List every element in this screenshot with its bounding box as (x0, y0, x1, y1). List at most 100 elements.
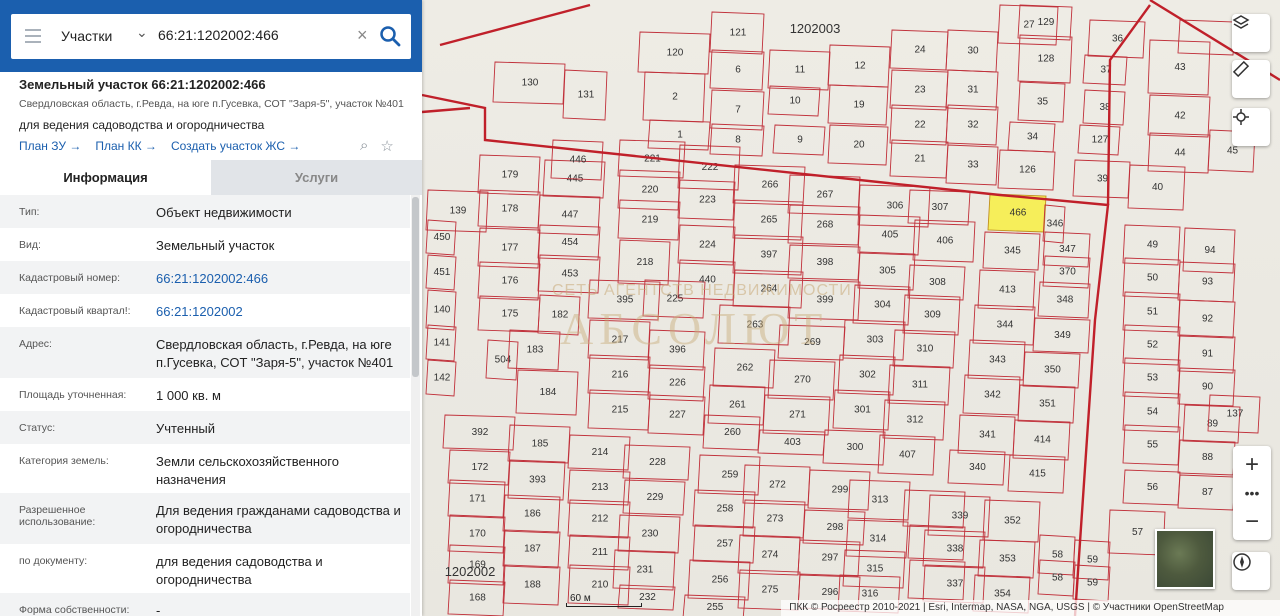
plot-label: 303 (867, 335, 884, 346)
basemap-switcher[interactable] (1155, 529, 1215, 589)
locate-button[interactable] (1232, 108, 1270, 146)
plot-label: 338 (947, 544, 964, 555)
zoom-in-button[interactable]: + (1233, 446, 1271, 483)
plot-label: 307 (932, 202, 949, 213)
plot-label: 43 (1174, 62, 1186, 73)
plot-label: 313 (872, 495, 889, 506)
plot-label: 504 (495, 355, 512, 366)
info-row: Кадастровый номер: 66:21:1202002:466 (0, 261, 410, 294)
plot-label: 211 (592, 547, 608, 558)
plot-label: 349 (1054, 330, 1071, 341)
plot-label: 451 (434, 267, 451, 278)
plot-label: 228 (649, 457, 666, 468)
plot-label: 9 (797, 135, 803, 146)
plot-label: 344 (997, 320, 1014, 331)
plot-label: 310 (917, 344, 934, 355)
info-value[interactable]: 66:21:1202002 (156, 294, 410, 327)
info-value: Свердловская область, г.Ревда, на юге п.… (156, 337, 394, 370)
plot-label: 23 (914, 85, 926, 96)
plot-label: 346 (1047, 219, 1064, 230)
plot-label: 392 (472, 427, 489, 438)
compass-button[interactable] (1232, 552, 1270, 590)
more-options-button[interactable]: ••• (1233, 483, 1271, 503)
info-label: Разрешенное использование: (19, 504, 96, 528)
plot-label: 224 (699, 240, 716, 251)
search-document-icon[interactable]: ⌕ (360, 137, 368, 155)
object-tools: ⌕ ☆ (360, 137, 394, 155)
plot-label: 1 (677, 130, 683, 141)
plot-label: 22 (914, 120, 926, 131)
plot-label: 10 (789, 96, 801, 107)
plot-label: 270 (794, 375, 811, 386)
scale-bar (566, 603, 642, 607)
plot-label: 185 (532, 439, 549, 450)
plan-zu-link[interactable]: План ЗУ → (19, 139, 81, 153)
tab-information[interactable]: Информация (0, 160, 211, 195)
plot-label: 220 (642, 185, 659, 196)
info-list: Тип: Объект недвижимости Вид: Земельный уча… (0, 195, 410, 616)
plot-label: 176 (502, 276, 519, 287)
plot-label: 343 (989, 355, 1006, 366)
plot-label: 56 (1147, 482, 1159, 493)
plot-label: 34 (1027, 132, 1039, 143)
plot-label: 59 (1087, 555, 1099, 566)
info-row: Вид: Земельный участок (0, 228, 410, 261)
plot-label: 265 (761, 215, 778, 226)
plot-label: 54 (1147, 407, 1159, 418)
search-input[interactable] (158, 27, 348, 43)
plot-label: 370 (1059, 267, 1076, 278)
plot-label: 130 (522, 78, 539, 89)
search-type-select[interactable]: Участки (61, 28, 112, 44)
plot-label: 347 (1059, 244, 1076, 255)
plot-label: 414 (1034, 435, 1051, 446)
plot-label: 140 (434, 305, 451, 316)
plot-label: 52 (1147, 340, 1159, 351)
plot-label: 354 (994, 589, 1011, 600)
plot-label: 311 (912, 380, 928, 391)
plot-label: 309 (924, 310, 941, 321)
close-icon[interactable]: × (357, 25, 368, 46)
plot-label: 446 (570, 155, 587, 166)
menu-icon[interactable] (25, 29, 41, 43)
road-boundary[interactable] (421, 106, 471, 114)
plot-label: 454 (562, 237, 579, 248)
plot-label: 296 (822, 587, 839, 598)
plot-label: 337 (947, 579, 964, 590)
tab-services[interactable]: Услуги (211, 160, 422, 195)
road-boundary[interactable] (439, 3, 591, 47)
plot-label: 219 (642, 215, 659, 226)
plot-label: 413 (999, 285, 1016, 296)
plot-label: 39 (1097, 174, 1109, 185)
plot-label: 137 (1227, 409, 1244, 420)
plot-label: 229 (647, 492, 664, 503)
compass-icon (1233, 553, 1251, 571)
plot-label: 178 (502, 204, 519, 215)
plot-label: 258 (717, 504, 734, 515)
measure-button[interactable] (1232, 60, 1270, 98)
plan-kk-link[interactable]: План КК → (95, 139, 157, 153)
info-row: Категория земель: Земли сельскохозяйствен… (0, 444, 410, 493)
zoom-out-button[interactable]: − (1233, 503, 1271, 540)
plot-label: 350 (1044, 365, 1061, 376)
plot-label: 21 (914, 154, 926, 165)
plot-label: 186 (524, 509, 541, 520)
plot-label: 53 (1147, 373, 1159, 384)
plot-label: 273 (767, 514, 784, 525)
plot-label: 58 (1052, 550, 1064, 561)
layers-button[interactable] (1232, 14, 1270, 52)
search-icon[interactable] (379, 25, 401, 47)
chevron-down-icon[interactable]: ⌄ (136, 24, 148, 41)
plot-label: 184 (540, 387, 557, 398)
plot-label: 91 (1202, 349, 1214, 360)
plot-label: 312 (907, 415, 924, 426)
plot-label: 141 (434, 338, 451, 349)
plot-39[interactable] (1177, 19, 1236, 56)
object-links: План ЗУ → План КК → Создать участок ЖС → (19, 139, 300, 153)
plot-label: 274 (762, 550, 779, 561)
scrollbar-thumb[interactable] (412, 197, 419, 377)
info-value[interactable]: 66:21:1202002:466 (156, 261, 410, 294)
plot-label: 20 (853, 140, 865, 151)
star-icon[interactable]: ☆ (380, 137, 393, 155)
create-plot-link[interactable]: Создать участок ЖС → (171, 139, 300, 153)
scrollbar[interactable] (411, 195, 420, 616)
